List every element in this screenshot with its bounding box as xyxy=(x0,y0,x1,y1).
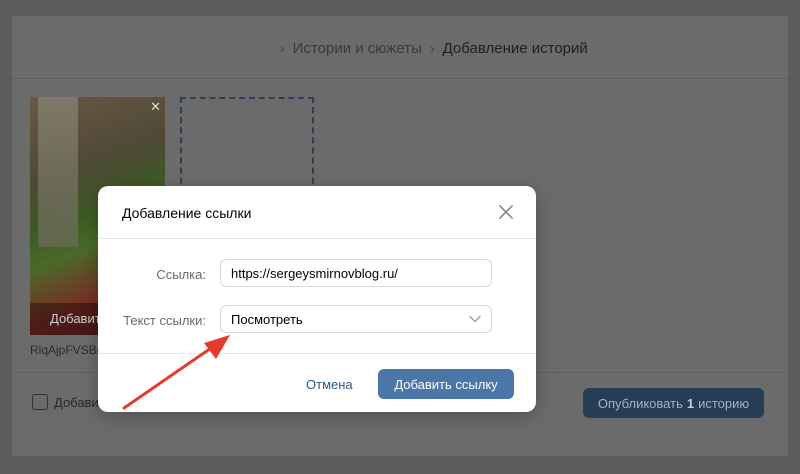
publish-button-prefix: Опубликовать xyxy=(597,395,683,411)
link-input[interactable]: https://sergeysmirnovblog.ru/ xyxy=(220,259,492,287)
cancel-button[interactable]: Отмена xyxy=(298,371,361,399)
breadcrumb-chevron-icon: › xyxy=(280,40,285,56)
thumbnail-image-detail xyxy=(38,97,78,247)
breadcrumb: › Истории и сюжеты › Добавление историй xyxy=(280,38,588,58)
breadcrumb-item-stories[interactable]: Истории и сюжеты xyxy=(293,40,422,57)
link-text-label: Текст ссылки: xyxy=(123,313,206,328)
link-text-select[interactable]: Посмотреть xyxy=(220,305,492,333)
divider xyxy=(12,78,788,79)
link-text-value: Посмотреть xyxy=(231,311,303,327)
breadcrumb-chevron-icon: › xyxy=(429,40,435,56)
close-icon[interactable] xyxy=(498,204,514,220)
link-row: Ссылка: https://sergeysmirnovblog.ru/ xyxy=(98,259,536,289)
publish-button-suffix: историю xyxy=(698,395,750,411)
story-filename: RlqAjpFVSBg xyxy=(30,343,104,357)
publish-button-count: 1 xyxy=(686,395,695,411)
chevron-down-icon xyxy=(469,315,481,323)
link-label: Ссылка: xyxy=(156,267,206,282)
footer-checkbox[interactable] xyxy=(32,394,48,410)
breadcrumb-current: Добавление историй xyxy=(442,39,588,57)
remove-story-icon[interactable]: ✕ xyxy=(150,99,161,115)
modal-header: Добавление ссылки xyxy=(98,186,536,239)
footer-checkbox-label: Добави xyxy=(54,395,99,410)
modal-title: Добавление ссылки xyxy=(122,205,252,221)
annotation-arrow xyxy=(122,335,230,410)
add-link-button[interactable]: Добавить ссылку xyxy=(378,369,514,399)
publish-button[interactable]: Опубликовать 1 историю xyxy=(583,388,764,418)
